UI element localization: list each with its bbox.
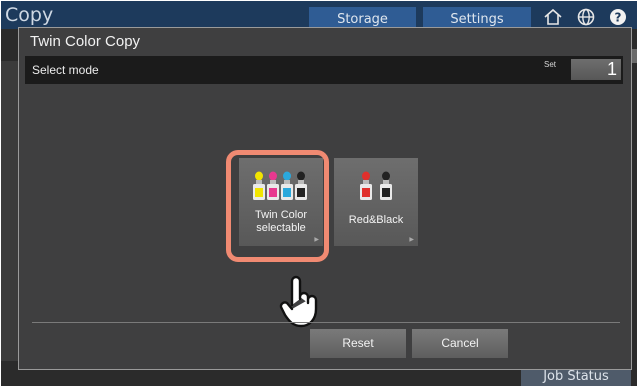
set-count-field[interactable]: 1 <box>571 59 621 80</box>
red-black-label: Red&Black <box>348 214 404 226</box>
dialog-title: Twin Color Copy <box>30 33 141 50</box>
screen: Copy Storage Settings ? Job Status Twin … <box>1 1 637 386</box>
reset-button[interactable]: Reset <box>310 329 406 358</box>
tab-settings[interactable]: Settings <box>423 7 531 29</box>
app-title: Copy <box>5 4 54 26</box>
tab-storage[interactable]: Storage <box>309 7 416 29</box>
red-black-bottles-icon <box>360 171 392 200</box>
app-header: Copy Storage Settings ? <box>1 1 637 29</box>
select-mode-label: Select mode <box>32 63 99 77</box>
cancel-button[interactable]: Cancel <box>412 329 508 358</box>
home-icon[interactable] <box>542 7 564 27</box>
help-icon[interactable]: ? <box>607 7 629 27</box>
svg-text:?: ? <box>615 11 622 25</box>
globe-icon[interactable] <box>575 7 597 27</box>
red-black-button[interactable]: Red&Black ▶ <box>334 158 418 246</box>
corner-arrow-icon: ▶ <box>409 237 414 243</box>
footer-divider <box>32 322 620 323</box>
twin-color-dialog: Twin Color Copy Select mode Set 1 Twin C… <box>18 27 632 370</box>
set-label: Set <box>544 60 557 69</box>
selection-highlight <box>226 150 329 262</box>
mode-bar: Select mode Set 1 <box>25 56 623 84</box>
